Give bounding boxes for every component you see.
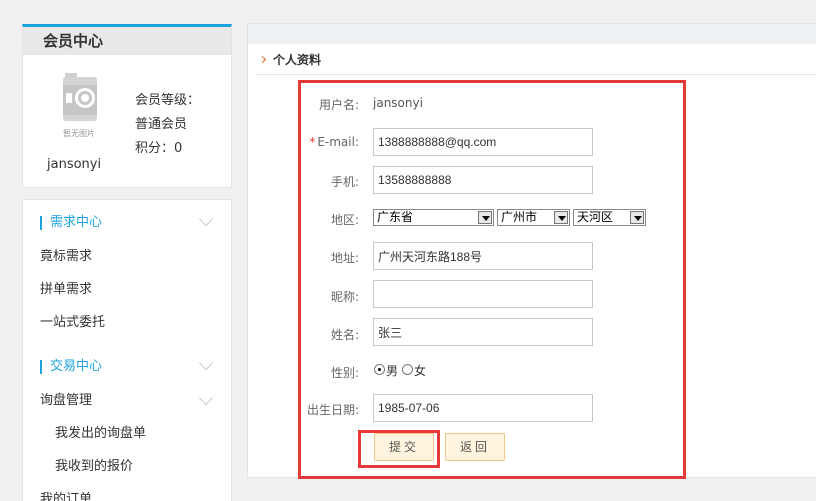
menu-item-received-quotes[interactable]: 我收到的报价 <box>55 457 133 477</box>
chevron-down-icon[interactable] <box>198 390 214 406</box>
profile-card: 会员中心 暂无图片 会员等级： 普通会员 积分：0 jansonyi <box>22 24 232 188</box>
points-label: 积分： <box>135 141 175 156</box>
member-level: 普通会员 <box>135 117 188 132</box>
chevron-down-icon <box>198 355 214 371</box>
section-title-text: 个人资料 <box>273 53 322 67</box>
group-marker <box>40 360 42 374</box>
chevron-right-icon <box>258 55 267 64</box>
menu-group-title: 需求中心 <box>50 215 103 230</box>
submit-highlight-box <box>358 430 440 468</box>
menu-group-demand[interactable]: 需求中心 <box>23 211 231 234</box>
menu-item-sent-inquiries[interactable]: 我发出的询盘单 <box>55 424 146 444</box>
points-value: 0 <box>174 141 183 156</box>
sidebar-menu: 需求中心 竟标需求 拼单需求 一站式委托 交易中心 询盘管理 我发出的询盘单 我… <box>22 199 232 501</box>
panel-header-bar <box>248 24 816 44</box>
menu-item-group-buy[interactable]: 拼单需求 <box>40 280 92 300</box>
member-level-label: 会员等级： <box>135 93 201 108</box>
chevron-down-icon <box>198 211 214 227</box>
menu-item-my-orders[interactable]: 我的订单 <box>40 490 92 501</box>
username: jansonyi <box>47 157 102 172</box>
menu-item-bidding[interactable]: 竟标需求 <box>40 247 92 267</box>
group-marker <box>40 216 42 230</box>
avatar-caption: 暂无图片 <box>63 128 95 138</box>
divider <box>256 74 816 75</box>
menu-group-title: 交易中心 <box>50 359 103 374</box>
card-title: 会员中心 <box>23 27 231 55</box>
avatar: 暂无图片 <box>59 71 115 147</box>
menu-item-one-stop[interactable]: 一站式委托 <box>40 313 105 333</box>
form-highlight-box <box>298 80 686 479</box>
menu-group-trade[interactable]: 交易中心 <box>23 355 231 378</box>
camera-icon: 暂无图片 <box>63 73 97 138</box>
menu-item-inquiry[interactable]: 询盘管理 <box>40 391 92 411</box>
member-info: 会员等级： 普通会员 积分：0 <box>135 89 200 161</box>
section-title: 个人资料 <box>258 51 322 68</box>
